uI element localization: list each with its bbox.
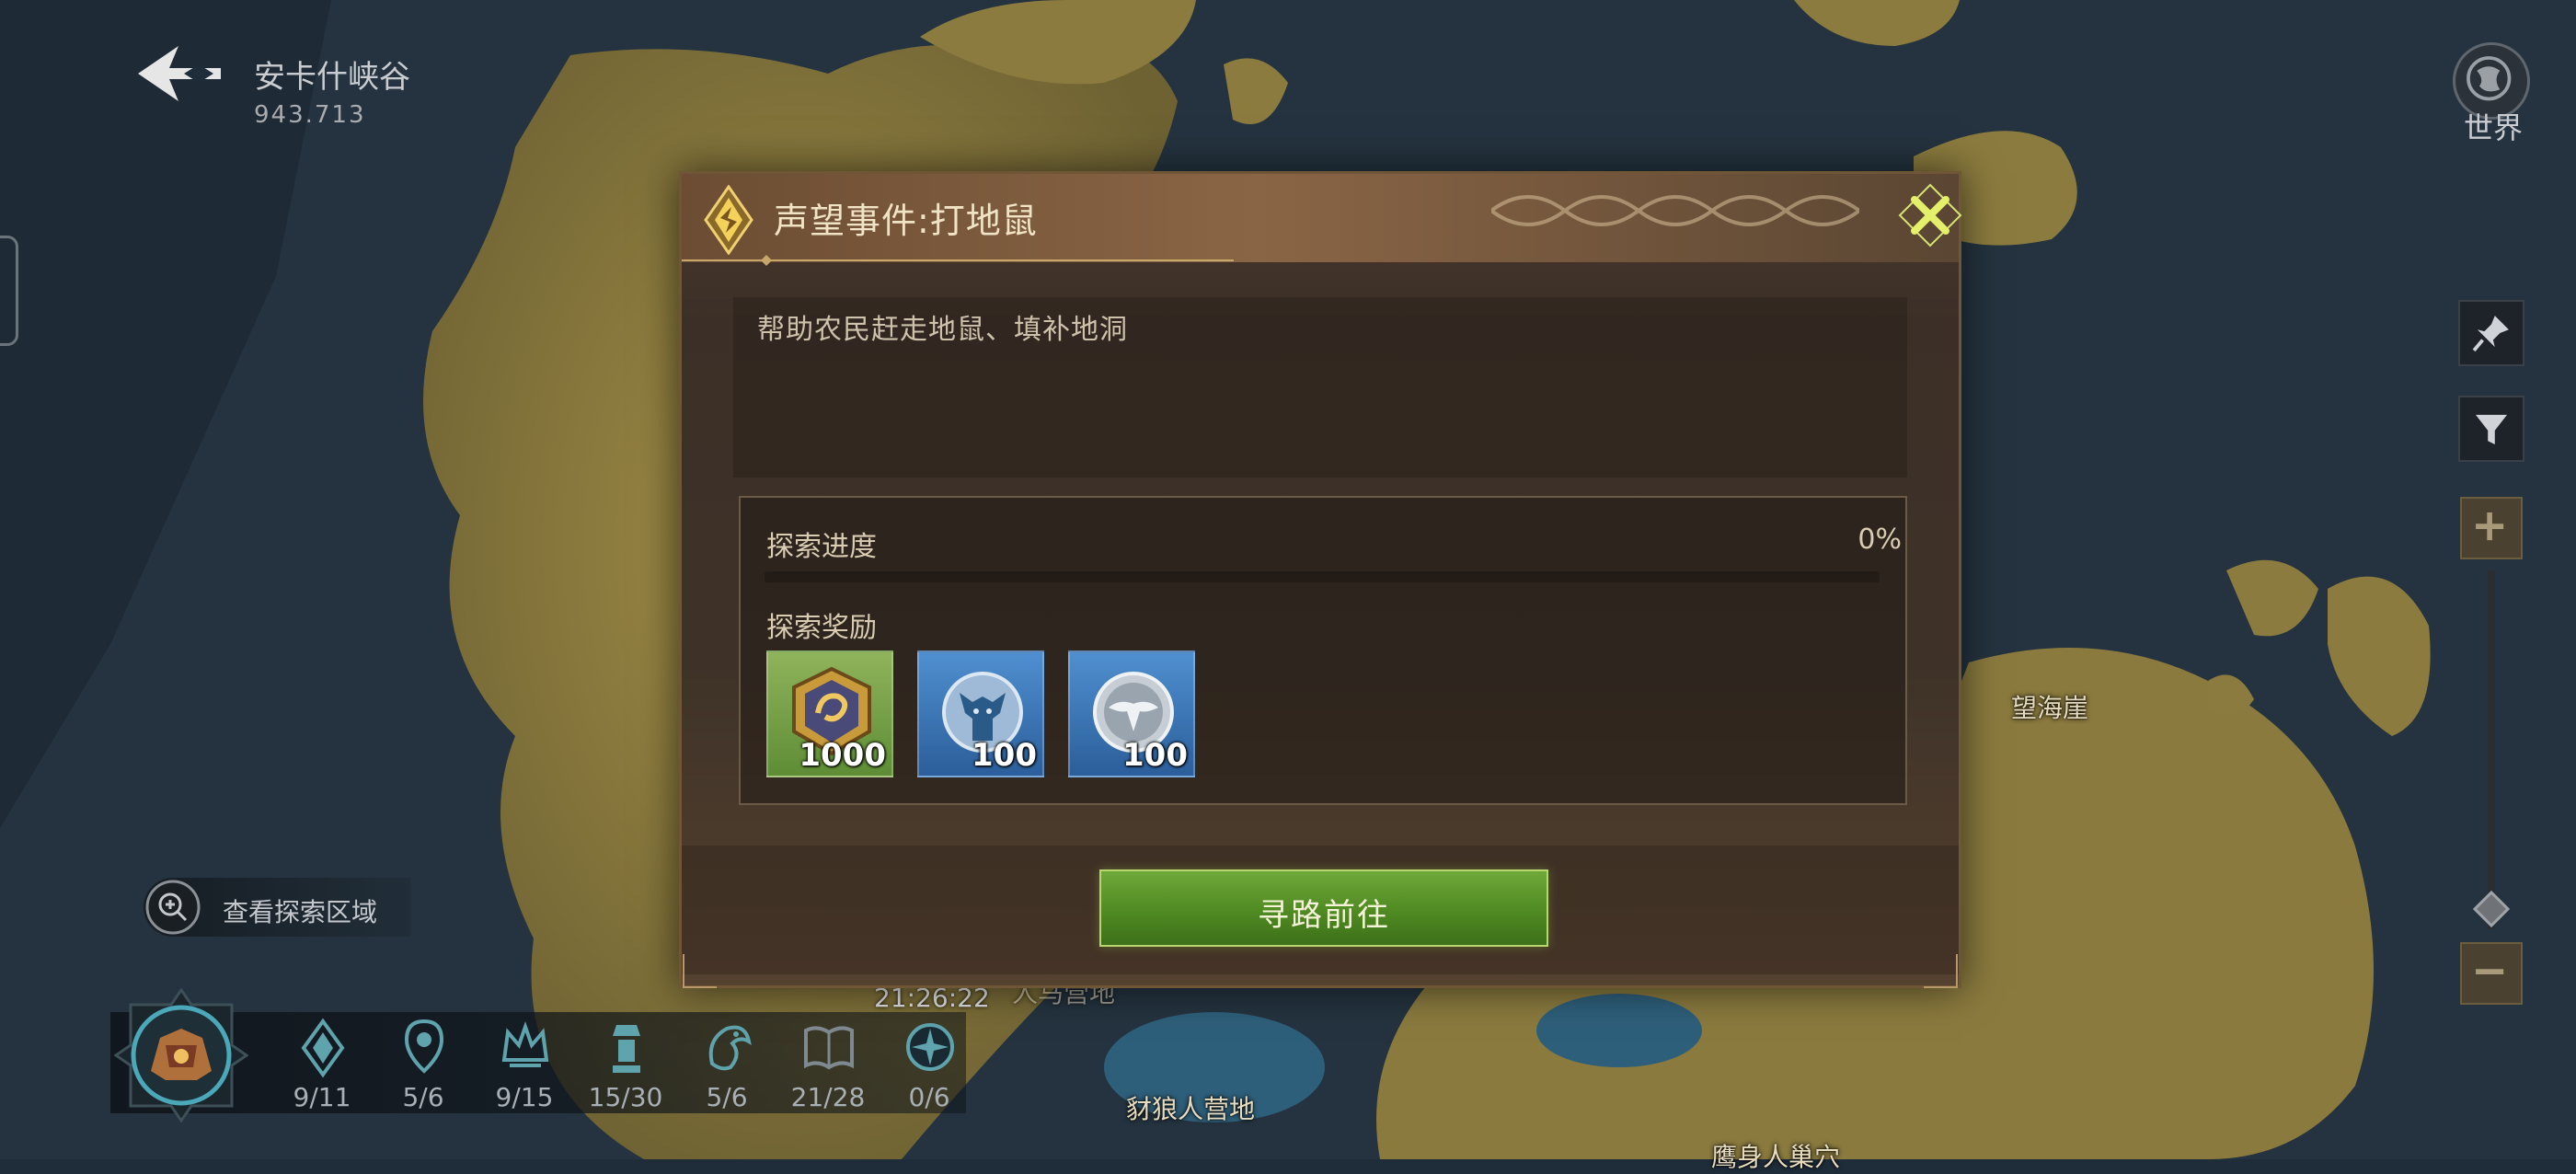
close-icon[interactable] xyxy=(1898,183,1962,247)
reward-qty: 100 xyxy=(1122,737,1188,774)
zoom-out-button[interactable] xyxy=(2460,942,2523,1005)
region-coords: 943.713 xyxy=(254,101,366,129)
stat-crown[interactable]: 9/15 xyxy=(478,1018,570,1119)
stat-compass-value: 0/6 xyxy=(908,1082,950,1112)
stat-totem-value: 15/30 xyxy=(588,1082,663,1112)
event-description: 帮助农民赶走地鼠、填补地洞 xyxy=(757,314,1128,346)
region-name: 安卡什峡谷 xyxy=(254,59,410,96)
location-pin-icon xyxy=(404,1019,444,1074)
map-label-harpy-nest[interactable]: 鹰身人巢穴 xyxy=(1711,1137,1840,1174)
reward-item[interactable]: 1000 xyxy=(766,650,893,777)
exploration-progress-bar xyxy=(765,571,1880,582)
compass-icon xyxy=(906,1023,954,1071)
book-icon xyxy=(804,1026,854,1070)
minus-icon xyxy=(2476,969,2504,974)
filter-button[interactable] xyxy=(2458,396,2524,462)
stat-compass[interactable]: 0/6 xyxy=(883,1018,975,1119)
corner-ornament xyxy=(1924,954,1958,988)
pathfind-go-label: 寻路前往 xyxy=(1258,897,1390,934)
pin-icon xyxy=(2472,316,2509,352)
stat-dragon[interactable]: 5/6 xyxy=(681,1018,773,1119)
dialog-title: 声望事件:打地鼠 xyxy=(774,201,1038,241)
player-emblem-icon[interactable] xyxy=(114,988,248,1122)
zoom-in-button[interactable] xyxy=(2460,497,2523,559)
plus-icon xyxy=(2476,512,2504,541)
exploration-progress-value: 0% xyxy=(1857,524,1902,556)
map-label-wanghaiya[interactable]: 望海崖 xyxy=(2011,688,2088,725)
back-arrow-icon[interactable] xyxy=(129,40,230,107)
crown-icon xyxy=(501,1020,549,1067)
world-label[interactable]: 世界 xyxy=(2456,105,2530,147)
stat-location-value: 5/6 xyxy=(402,1082,444,1112)
map-label-jackal-camp[interactable]: 豺狼人营地 xyxy=(1126,1089,1255,1126)
zoom-search-icon xyxy=(145,880,201,935)
stat-crystal[interactable]: 9/11 xyxy=(276,1018,368,1119)
exploration-reward-label: 探索奖励 xyxy=(766,612,877,644)
exploration-panel xyxy=(739,496,1907,805)
stat-dragon-value: 5/6 xyxy=(706,1082,748,1112)
zoom-slider-thumb[interactable] xyxy=(2473,891,2510,927)
dialog-header: 声望事件:打地鼠 xyxy=(682,174,1959,266)
stat-crown-value: 9/15 xyxy=(495,1082,554,1112)
crystal-icon xyxy=(301,1018,345,1078)
stat-totem[interactable]: 15/30 xyxy=(580,1018,672,1119)
celtic-knot-decoration xyxy=(1491,195,1859,226)
reward-item[interactable]: 100 xyxy=(1068,650,1195,777)
header-divider xyxy=(682,255,1234,266)
left-panel-tab[interactable] xyxy=(0,236,18,346)
view-explore-area-button[interactable]: 查看探索区域 xyxy=(144,878,410,937)
dragon-icon xyxy=(708,1025,752,1071)
stat-crystal-value: 9/11 xyxy=(293,1082,351,1112)
filter-icon xyxy=(2476,414,2507,444)
pathfind-go-button[interactable]: 寻路前往 xyxy=(1099,869,1548,947)
stat-book-value: 21/28 xyxy=(790,1082,866,1112)
reward-item[interactable]: 100 xyxy=(917,650,1044,777)
pin-button[interactable] xyxy=(2458,300,2524,366)
exploration-progress-label: 探索进度 xyxy=(766,531,877,563)
zoom-slider-track[interactable] xyxy=(2488,570,2495,929)
corner-ornament xyxy=(683,954,717,988)
stat-book[interactable]: 21/28 xyxy=(782,1018,874,1119)
reward-qty: 100 xyxy=(972,737,1037,774)
view-explore-area-label: 查看探索区域 xyxy=(223,897,378,927)
reputation-event-dialog: 声望事件:打地鼠 帮助农民赶走地鼠、填补地洞 探索进度 0% 探索奖励 1000 xyxy=(679,171,1962,988)
totem-icon xyxy=(613,1025,640,1073)
stat-location[interactable]: 5/6 xyxy=(377,1018,469,1119)
reputation-event-icon xyxy=(704,185,753,255)
reward-qty: 1000 xyxy=(799,737,886,774)
